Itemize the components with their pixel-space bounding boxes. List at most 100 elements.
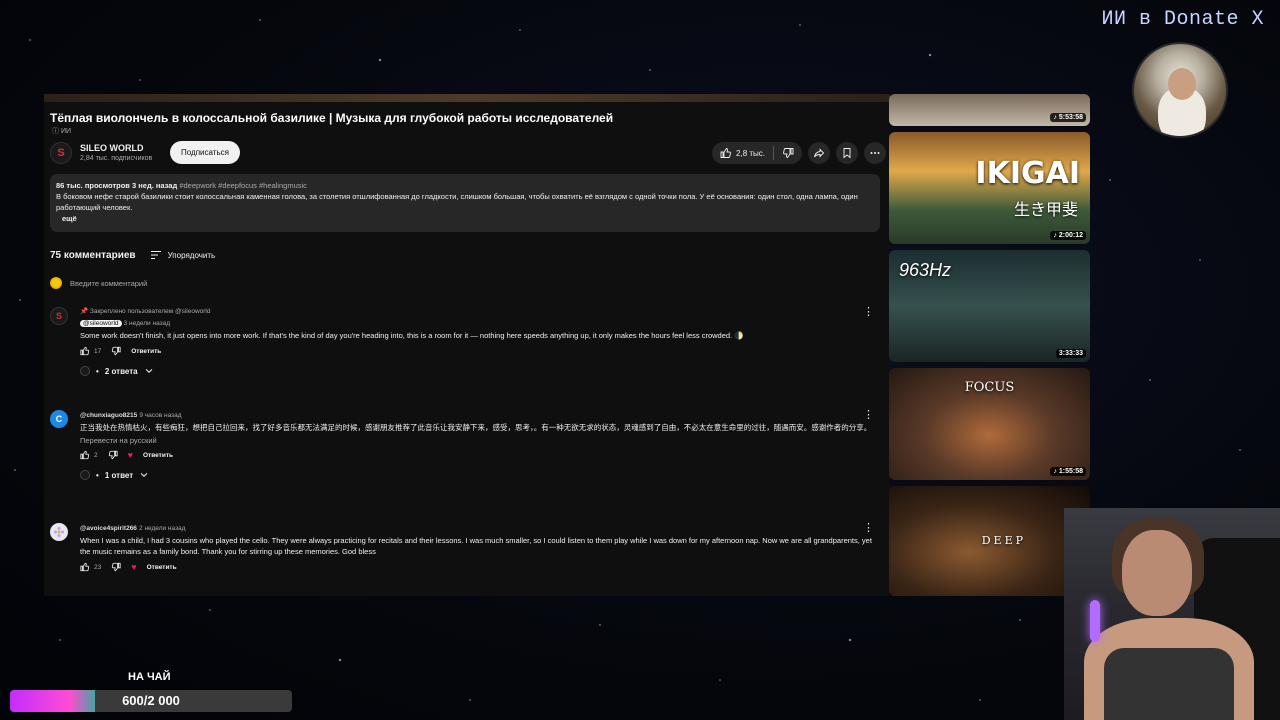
comment-actions: 23 ♥ Ответить [80, 562, 876, 572]
more-actions-button[interactable] [864, 142, 886, 164]
comment-like-count: 23 [94, 563, 102, 571]
comment-menu-icon[interactable]: ⋮ [863, 410, 874, 421]
comment-time[interactable]: 2 недели назад [139, 525, 185, 532]
comment-author[interactable]: @sileoworld [80, 320, 122, 327]
comment-like-count: 2 [94, 451, 98, 459]
streamer-top [1104, 648, 1234, 720]
thumbs-down-icon [783, 148, 794, 158]
comment-dislike-button[interactable] [111, 346, 121, 356]
video-thumbnail[interactable]: FOCUS ♪ 1:55:58 [889, 368, 1090, 480]
add-comment-input[interactable]: Введите комментарий [70, 279, 147, 288]
comment-reply-button[interactable]: Ответить [147, 564, 177, 571]
bookmark-icon [843, 148, 851, 159]
thumbnail-title: DEEP [981, 534, 1026, 547]
comment-avatar[interactable]: C [50, 410, 68, 428]
donation-goal-bar: 600/2 000 [10, 690, 292, 712]
comment-time[interactable]: 3 недели назад [124, 320, 170, 327]
comment-reply-button[interactable]: Ответить [131, 348, 161, 355]
thumbnail-title: 963Hz [899, 260, 952, 280]
comment-reply-button[interactable]: Ответить [143, 452, 173, 459]
comment-like-button[interactable]: 2 [80, 450, 98, 460]
show-more-button[interactable]: ещё [56, 213, 874, 224]
hashtags[interactable]: #deepwork #deepfocus #healingmusic [179, 181, 307, 190]
creator-mini-avatar [80, 366, 90, 376]
replies-count: 1 ответ [104, 470, 134, 480]
purple-lamp [1090, 600, 1100, 642]
subscriber-count: 2,84 тыс. подписчиков [80, 155, 153, 162]
channel-row: S SILEO WORLD 2,84 тыс. подписчиков Подп… [50, 140, 886, 166]
comment-author[interactable]: @chunxiaguo8215 [80, 412, 137, 419]
upload-date: 3 нед. назад [132, 181, 178, 190]
comment-thread: S 📌 Закреплено пользователем @sileoworld… [50, 307, 880, 397]
comment-body: @chunxiaguo8215 9 часов назад 正当我处在热情枯火，… [80, 410, 876, 480]
duration-text: 2:00:12 [1058, 232, 1083, 239]
like-count: 2,8 тыс. [736, 148, 765, 158]
more-horizontal-icon [870, 152, 880, 154]
comment-actions: 2 ♥ Ответить [80, 450, 876, 460]
wizard-avatar-image [1132, 42, 1228, 138]
donation-goal-text: 600/2 000 [122, 693, 180, 708]
view-count: 86 тыс. просмотров [56, 181, 130, 190]
comment-menu-icon[interactable]: ⋮ [863, 307, 874, 318]
pinned-text: Закреплено пользователем @sileoworld [89, 308, 211, 315]
comment-avatar[interactable] [50, 523, 68, 541]
video-description[interactable]: 86 тыс. просмотров 3 нед. назад #deepwor… [50, 174, 880, 232]
thumbs-up-icon [80, 562, 90, 572]
comment-actions: 17 Ответить [80, 346, 876, 356]
comment-body: 📌 Закреплено пользователем @sileoworld @… [80, 307, 876, 376]
like-button[interactable]: 2,8 тыс. [720, 147, 765, 159]
video-thumbnail[interactable]: 963Hz 3:33:33 [889, 250, 1090, 362]
comment-like-button[interactable]: 23 [80, 562, 101, 572]
comment-text: When I was a child, I had 3 cousins who … [80, 536, 872, 556]
sort-icon [150, 251, 161, 259]
comment-like-button[interactable]: 17 [80, 346, 101, 356]
streamer-webcam [1064, 508, 1280, 720]
comment-count: 75 комментариев [50, 249, 136, 261]
video-duration: ♪ 1:55:58 [1050, 467, 1086, 476]
view-replies-button[interactable]: • 1 ответ [80, 470, 876, 480]
thumbnail-title: FOCUS [964, 380, 1015, 395]
creator-heart-icon: ♥ [127, 450, 133, 460]
sort-comments-button[interactable]: Упорядочить [150, 250, 216, 260]
share-icon [814, 148, 825, 158]
video-thumbnail[interactable]: IKIGAI 生き甲斐 ♪ 2:00:12 [889, 132, 1090, 244]
dislike-button[interactable] [782, 147, 794, 159]
thumbs-up-icon [80, 346, 90, 356]
like-divider [773, 146, 774, 160]
replies-bullet: • [96, 366, 99, 376]
channel-name[interactable]: SILEO WORLD [80, 143, 144, 153]
sort-label: Упорядочить [167, 250, 216, 260]
translate-link[interactable]: Перевести на русский [80, 436, 876, 445]
comment-dislike-button[interactable] [108, 450, 118, 460]
thumbnail-subtitle: 生き甲斐 [1013, 202, 1078, 219]
user-avatar[interactable] [50, 277, 62, 289]
video-thumbnail[interactable]: ♪ 5:53:58 [889, 94, 1090, 126]
video-player-bottom[interactable] [44, 94, 890, 102]
thumbs-down-icon [112, 562, 121, 572]
replies-bullet: • [96, 470, 99, 480]
ai-badge-label: ИИ [60, 128, 72, 135]
subscribe-button[interactable]: Подписаться [170, 141, 240, 164]
thumbs-down-icon [112, 346, 121, 356]
chevron-down-icon [140, 472, 148, 477]
comment-avatar[interactable]: S [50, 307, 68, 325]
view-replies-button[interactable]: • 2 ответа [80, 366, 876, 376]
video-thumbnail[interactable]: DEEP ♪ 2 [889, 486, 1090, 596]
pinned-label: 📌 Закреплено пользователем @sileoworld [80, 308, 211, 315]
donation-goal-label: НА ЧАЙ [128, 671, 171, 683]
comment-dislike-button[interactable] [111, 562, 121, 572]
wizard-face [1168, 68, 1196, 100]
comment-time[interactable]: 9 часов назад [139, 412, 181, 419]
flower-avatar-icon [54, 527, 64, 537]
channel-avatar[interactable]: S [50, 142, 72, 164]
comment-menu-icon[interactable]: ⋮ [863, 523, 874, 534]
comment-author[interactable]: @avoice4spirit266 [80, 525, 137, 532]
share-button[interactable] [808, 142, 830, 164]
video-duration: ♪ 2:00:12 [1050, 231, 1086, 240]
youtube-watch-page: Тёплая виолончель в колоссальной базилик… [44, 94, 890, 596]
thumbs-down-icon [108, 450, 118, 460]
comment-thread: @avoice4spirit266 2 недели назад When I … [50, 523, 880, 593]
creator-mini-avatar [80, 470, 90, 480]
save-button[interactable] [836, 142, 858, 164]
thumbs-up-icon [720, 148, 731, 158]
